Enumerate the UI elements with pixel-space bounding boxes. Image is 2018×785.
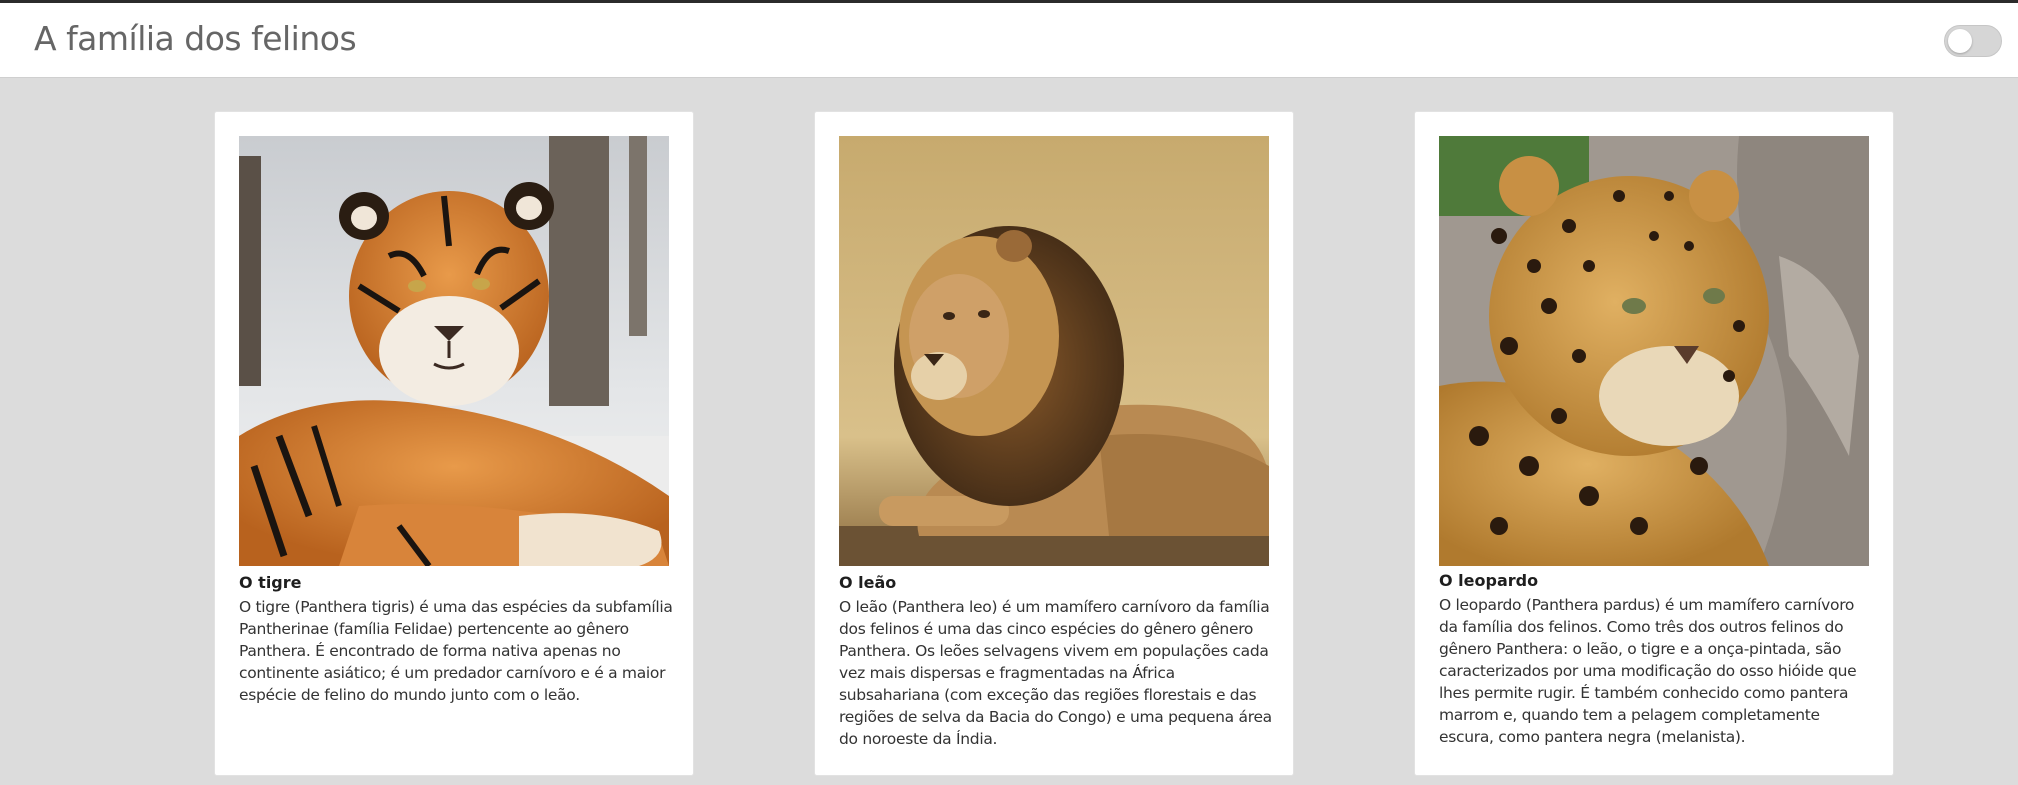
card-description: O leopardo (Panthera pardus) é um mamífe… — [1439, 596, 1857, 746]
card-lion: O leão O leão (Panthera leo) é um mamífe… — [814, 111, 1294, 776]
leopard-photo — [1439, 136, 1869, 566]
leopard-image — [1439, 136, 1869, 566]
card-description: O tigre (Panthera tigris) é uma das espé… — [239, 598, 673, 704]
card-title: O tigre — [239, 573, 302, 592]
page-title: A família dos felinos — [34, 19, 357, 58]
lion-image — [839, 136, 1269, 566]
app-header: A família dos felinos — [0, 3, 2018, 78]
theme-toggle[interactable] — [1944, 25, 2002, 57]
card-title: O leopardo — [1439, 571, 1539, 590]
tiger-image — [239, 136, 669, 566]
tiger-photo — [239, 136, 669, 566]
card-description: O leão (Panthera leo) é um mamífero carn… — [839, 598, 1272, 748]
card-tiger: O tigre O tigre (Panthera tigris) é uma … — [214, 111, 694, 776]
toggle-knob — [1948, 29, 1972, 53]
card-leopard: O leopardo O leopardo (Panthera pardus) … — [1414, 111, 1894, 776]
card-title: O leão — [839, 573, 897, 592]
lion-photo — [839, 136, 1269, 566]
